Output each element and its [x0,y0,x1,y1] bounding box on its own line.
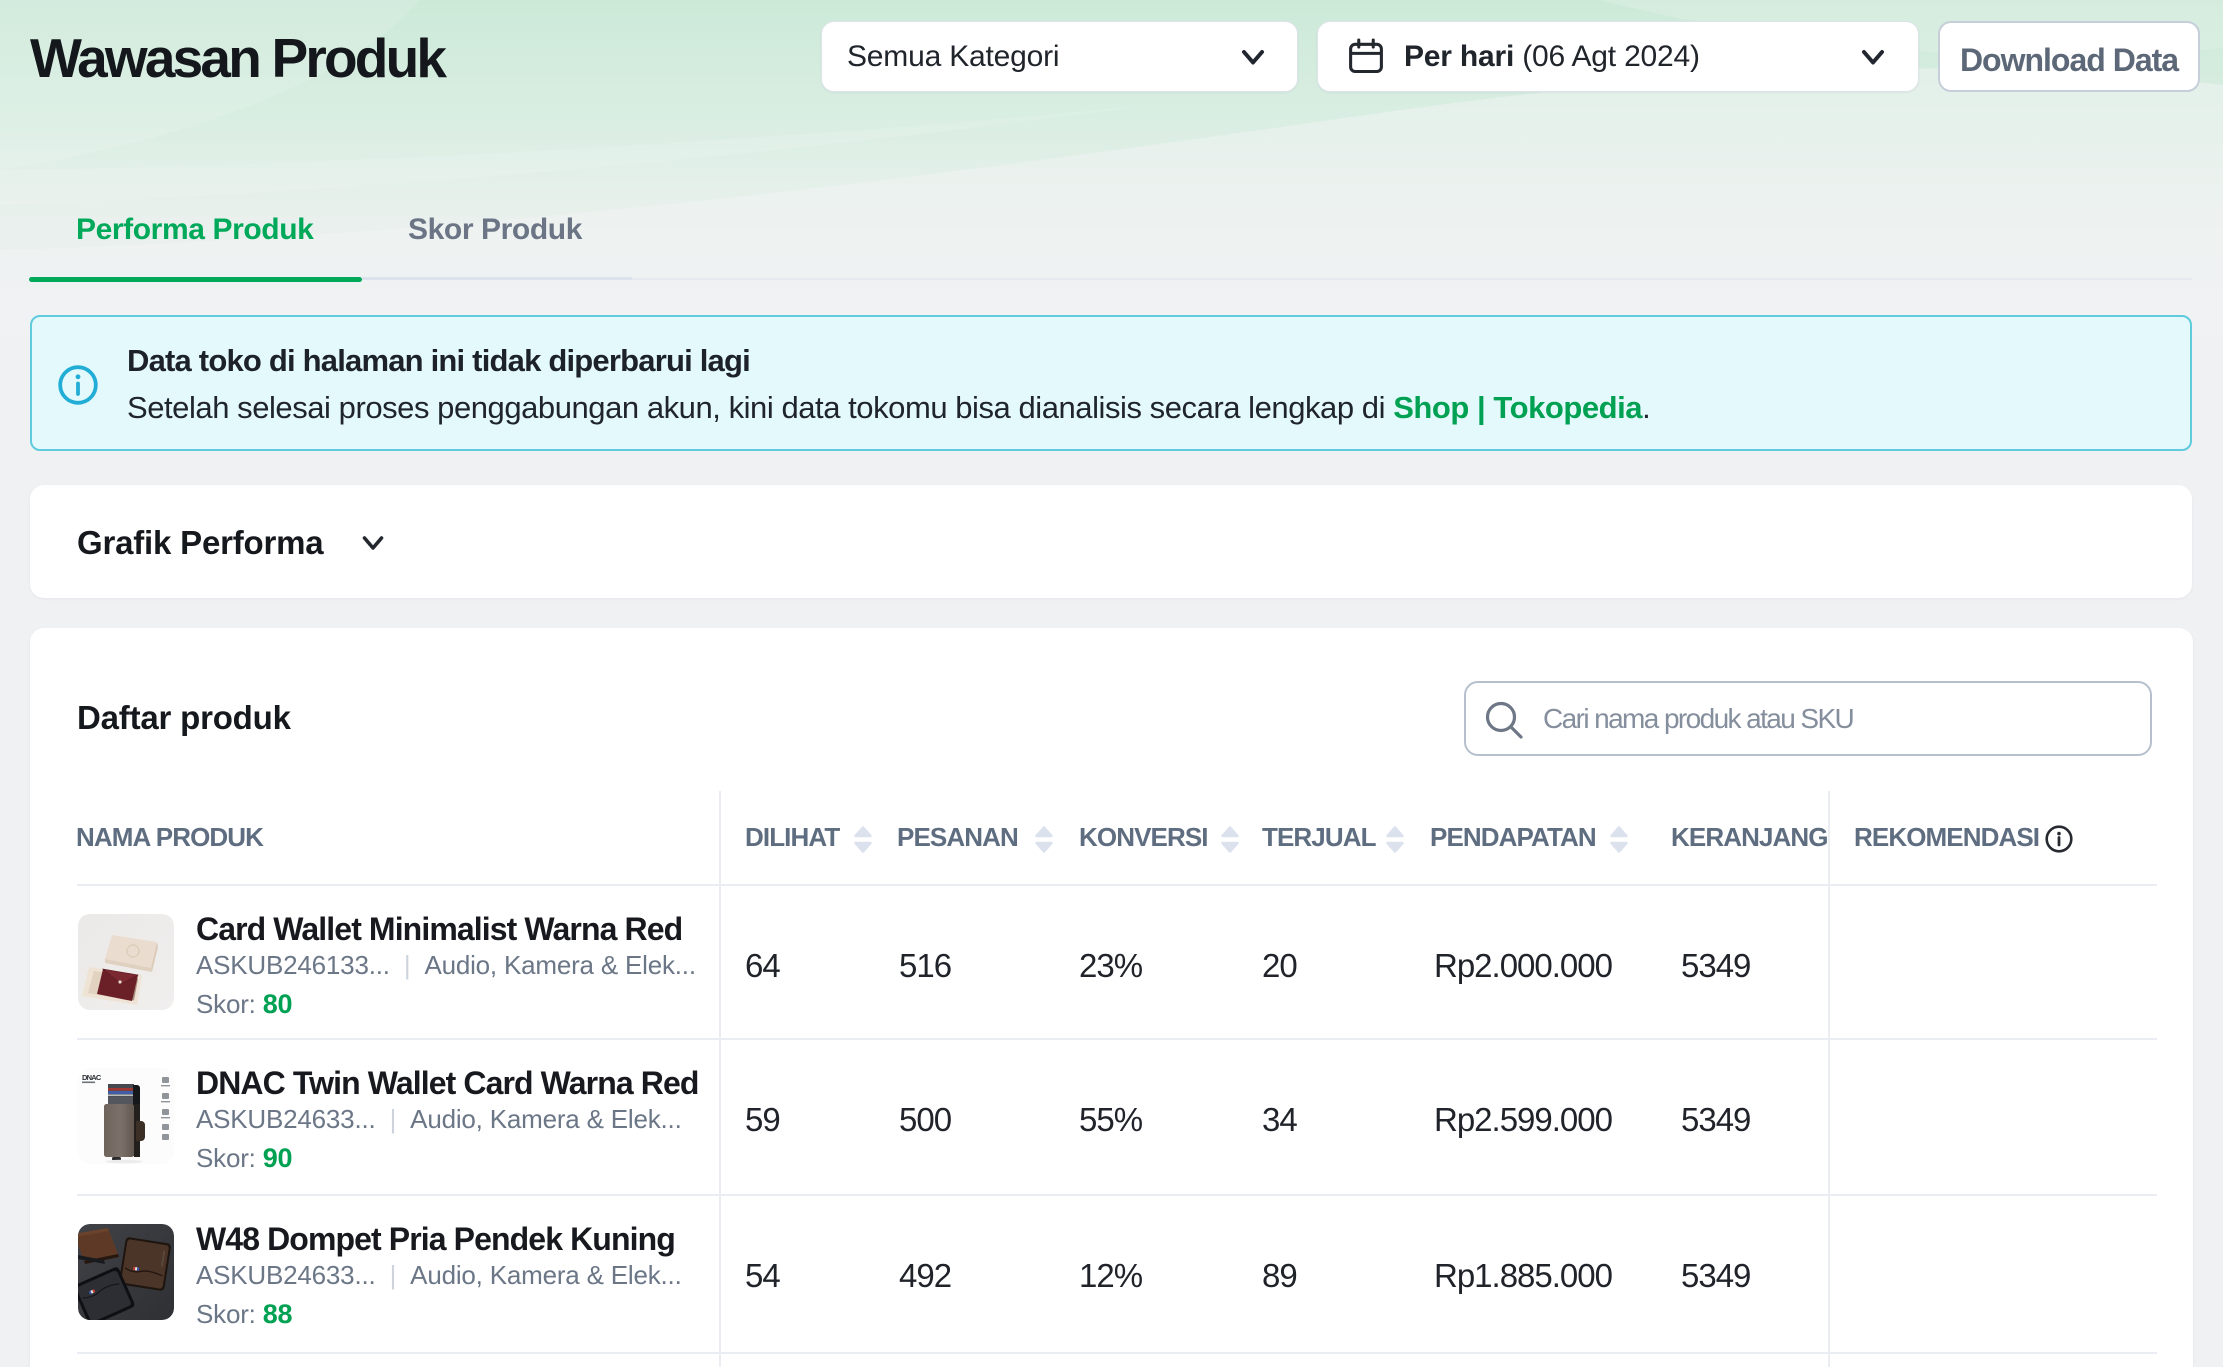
svg-text:DNAC: DNAC [82,1073,102,1082]
